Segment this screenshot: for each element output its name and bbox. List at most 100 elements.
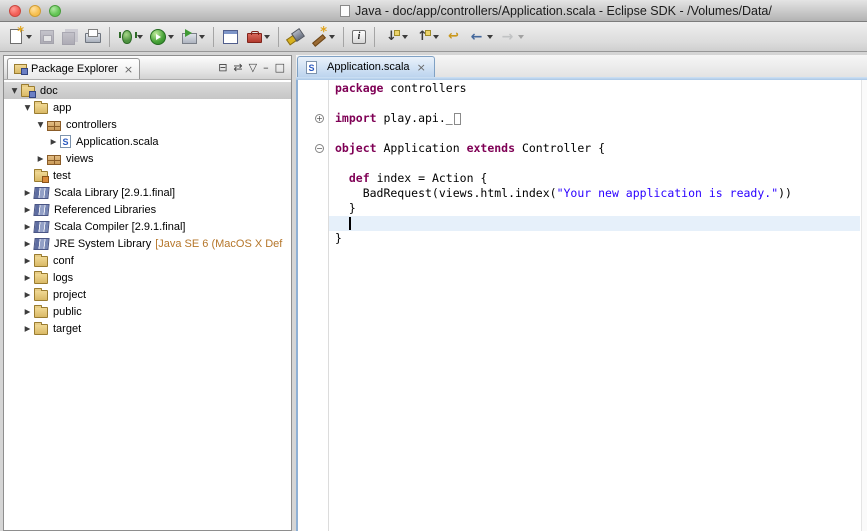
keyword-token: import	[335, 111, 377, 125]
toolbar-debug-button[interactable]	[115, 25, 146, 49]
code-line[interactable]: def index = Action {	[298, 171, 860, 186]
dropdown-caret-icon[interactable]	[402, 35, 408, 39]
expand-arrow-icon[interactable]: ▶	[21, 324, 34, 333]
expand-arrow-icon[interactable]: ▶	[21, 239, 34, 248]
collapse-fold-icon[interactable]: −	[315, 144, 324, 153]
folder-icon	[34, 290, 48, 301]
tree-item-controllers[interactable]: ▼controllers	[4, 116, 291, 133]
tree-item-scala-library-2-9-1-final[interactable]: ▶Scala Library [2.9.1.final]	[4, 184, 291, 201]
collapse-arrow-icon[interactable]: ▼	[34, 120, 47, 129]
toolbar-save-button	[35, 25, 58, 49]
close-icon[interactable]: ×	[124, 63, 133, 76]
code-line[interactable]: +import play.api._	[298, 111, 860, 126]
toolbar-separator	[278, 27, 279, 47]
keyword-token: package	[335, 81, 383, 95]
close-icon[interactable]: ×	[417, 61, 426, 74]
new-java-project-icon	[222, 28, 239, 45]
expand-arrow-icon[interactable]: ▶	[21, 205, 34, 214]
tree-item-views[interactable]: ▶views	[4, 150, 291, 167]
toolbar-last-edit-location-button[interactable]: ↩	[442, 25, 465, 49]
minimize-icon[interactable]: –	[263, 61, 269, 75]
code-line[interactable]: −object Application extends Controller {	[298, 141, 860, 156]
toolbar-print-button[interactable]	[81, 25, 104, 49]
string-token: "Your new application is ready."	[557, 186, 779, 200]
minimize-window-button[interactable]	[29, 5, 41, 17]
toolbar-back-button[interactable]: ←	[465, 25, 496, 49]
expand-arrow-icon[interactable]: ▶	[21, 290, 34, 299]
expand-fold-icon[interactable]: +	[315, 114, 324, 123]
code-line[interactable]	[298, 156, 860, 171]
window-title: Java - doc/app/controllers/Application.s…	[120, 0, 867, 22]
collapse-arrow-icon[interactable]: ▼	[8, 86, 21, 95]
tree-item-conf[interactable]: ▶conf	[4, 252, 291, 269]
tree-item-scala-compiler-2-9-1-final[interactable]: ▶Scala Compiler [2.9.1.final]	[4, 218, 291, 235]
overview-ruler[interactable]	[861, 80, 867, 531]
link-with-editor-icon[interactable]: ⇄	[233, 61, 242, 75]
code-token: }	[335, 201, 356, 215]
tree-item-public[interactable]: ▶ public	[4, 303, 291, 320]
package-explorer-icon	[14, 64, 27, 74]
dropdown-caret-icon[interactable]	[433, 35, 439, 39]
tree-item-referenced-libraries[interactable]: ▶Referenced Libraries	[4, 201, 291, 218]
toolbar-previous-annotation-button[interactable]: ↑	[411, 25, 442, 49]
expand-arrow-icon[interactable]: ▶	[21, 273, 34, 282]
dropdown-caret-icon[interactable]	[168, 35, 174, 39]
maximize-icon[interactable]: □	[275, 61, 285, 75]
keyword-token: object	[335, 141, 377, 155]
tab-package-explorer[interactable]: Package Explorer ×	[7, 58, 140, 79]
dropdown-caret-icon[interactable]	[199, 35, 205, 39]
toolbar-info-button[interactable]: i	[349, 25, 369, 49]
code-line[interactable]	[298, 96, 860, 111]
package-icon	[47, 155, 61, 165]
code-area[interactable]: package controllers+import play.api._−ob…	[298, 81, 860, 246]
code-line[interactable]: }	[298, 231, 860, 246]
tree-item-logs[interactable]: ▶logs	[4, 269, 291, 286]
collapse-all-icon[interactable]: ⊟	[218, 61, 227, 75]
expand-arrow-icon[interactable]: ▶	[21, 256, 34, 265]
code-editor[interactable]: package controllers+import play.api._−ob…	[296, 80, 867, 531]
run-external-tools-icon	[180, 28, 197, 45]
code-line[interactable]: BadRequest(views.html.index("Your new ap…	[298, 186, 860, 201]
tree-item-app[interactable]: ▼app	[4, 99, 291, 116]
toolbar-gwt-compile-button[interactable]	[242, 25, 273, 49]
new-wizard-quick-icon	[310, 28, 327, 45]
expand-arrow-icon[interactable]: ▶	[21, 307, 34, 316]
toolbar-new-wizard-quick-button[interactable]	[307, 25, 338, 49]
code-line[interactable]: package controllers	[298, 81, 860, 96]
expand-arrow-icon[interactable]: ▶	[21, 222, 34, 231]
tree-item-project[interactable]: ▶project	[4, 286, 291, 303]
code-line[interactable]	[298, 126, 860, 141]
tree-item-label: public	[53, 306, 82, 318]
dropdown-caret-icon[interactable]	[264, 35, 270, 39]
toolbar-run-external-tools-button[interactable]	[177, 25, 208, 49]
package-explorer-title: Package Explorer	[31, 63, 118, 75]
tree-item-test[interactable]: test	[4, 167, 291, 184]
code-line[interactable]: }	[298, 201, 860, 216]
dropdown-caret-icon	[518, 35, 524, 39]
tree-item-application-scala[interactable]: ▶SApplication.scala	[4, 133, 291, 150]
collapse-arrow-icon[interactable]: ▼	[21, 103, 34, 112]
toolbar-next-annotation-button[interactable]: ↓	[380, 25, 411, 49]
dropdown-caret-icon[interactable]	[487, 35, 493, 39]
view-menu-icon[interactable]: ▽	[249, 61, 257, 75]
tree-item-jre-system-library[interactable]: ▶JRE System Library[Java SE 6 (MacOS X D…	[4, 235, 291, 252]
toolbar-search-button[interactable]	[284, 25, 307, 49]
toolbar-new-java-project-button[interactable]	[219, 25, 242, 49]
toolbar-run-button[interactable]	[146, 25, 177, 49]
tab-application-scala[interactable]: S Application.scala ×	[297, 56, 435, 77]
tree-item-doc[interactable]: ▼doc	[4, 82, 291, 99]
zoom-window-button[interactable]	[49, 5, 61, 17]
dropdown-caret-icon[interactable]	[137, 35, 143, 39]
dropdown-caret-icon[interactable]	[329, 35, 335, 39]
current-code-line[interactable]	[298, 216, 860, 231]
folded-region-box-icon	[454, 113, 461, 125]
scala-icon: S	[60, 135, 71, 148]
expand-arrow-icon[interactable]: ▶	[34, 154, 47, 163]
dropdown-caret-icon[interactable]	[26, 35, 32, 39]
tree-item-target[interactable]: ▶target	[4, 320, 291, 337]
folder-icon	[34, 307, 48, 318]
expand-arrow-icon[interactable]: ▶	[47, 137, 60, 146]
close-window-button[interactable]	[9, 5, 21, 17]
expand-arrow-icon[interactable]: ▶	[21, 188, 34, 197]
toolbar-new-wizard-button[interactable]	[4, 25, 35, 49]
